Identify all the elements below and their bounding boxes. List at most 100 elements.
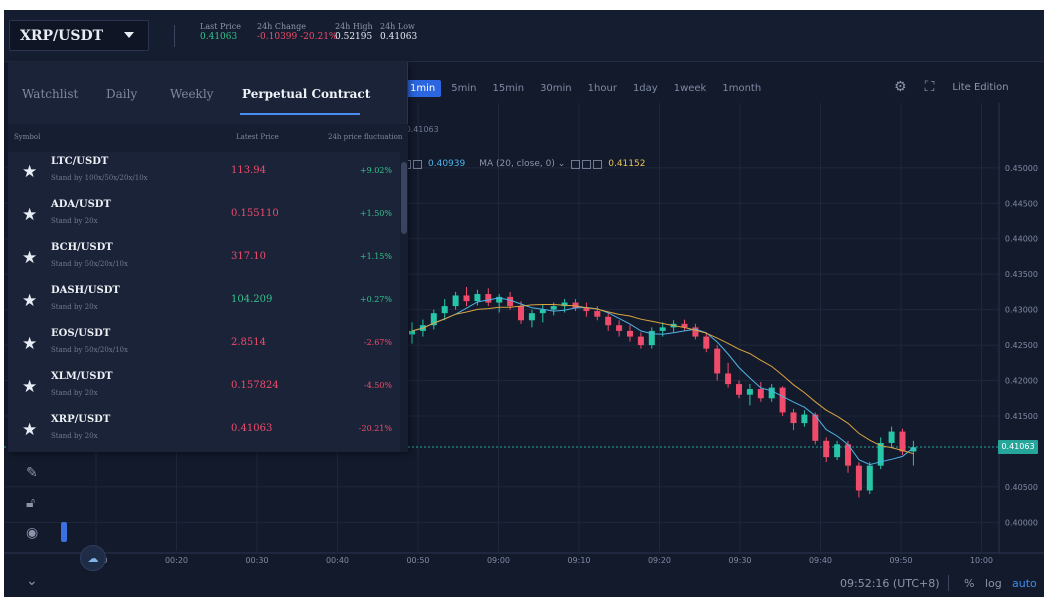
period-15min[interactable]: 15min — [486, 80, 530, 97]
y-tick-label: 0.42500 — [1005, 341, 1038, 350]
favorite-star-icon[interactable]: ★ — [22, 248, 37, 268]
period-1week[interactable]: 1week — [668, 80, 713, 97]
candle-body — [528, 313, 535, 321]
chart-tools: ⚙ ⛶ Lite Edition — [894, 79, 1009, 95]
percent-scale-toggle[interactable]: % — [964, 577, 974, 590]
indicator-eye-icon[interactable] — [571, 159, 581, 169]
last-price-tag: 0.41063 — [998, 439, 1038, 454]
stat-label: Last Price — [200, 22, 241, 31]
footer-divider — [948, 575, 949, 591]
candle-body — [550, 306, 557, 310]
y-tick-label: 0.42000 — [1005, 377, 1038, 386]
ma-slow-value: 0.41152 — [608, 159, 646, 169]
row-leverage: Stand by 100x/50x/20x/10x — [51, 174, 148, 182]
watchlist-row[interactable]: ★ LTC/USDT Stand by 100x/50x/20x/10x 113.94… — [8, 152, 400, 195]
stat-label: 24h Low — [380, 22, 415, 31]
watchlist-panel: Watchlist Daily Weekly Perpetual Contrac… — [8, 62, 408, 452]
row-change: +9.02% — [359, 166, 392, 175]
indicator-settings-icon[interactable] — [582, 159, 592, 169]
row-change: +1.50% — [359, 209, 392, 218]
x-tick-label: 09:50 — [889, 556, 912, 565]
app-window: XRP/USDT Last Price 0.41063 24h Change -0.1… — [4, 10, 1044, 597]
x-tick-label: 00:50 — [406, 556, 429, 565]
caret-down-icon — [124, 32, 134, 38]
x-tick-label: 09:10 — [567, 556, 590, 565]
candle-body — [583, 308, 590, 312]
row-change: +1.15% — [359, 252, 392, 261]
period-1hour[interactable]: 1hour — [582, 80, 623, 97]
row-symbol: DASH/USDT — [51, 285, 120, 296]
stat-24h-high: 24h High 0.52195 — [335, 22, 373, 42]
y-tick-label: 0.43500 — [1005, 270, 1038, 279]
candle-body — [746, 389, 753, 395]
stat-value: -0.10399 -20.21% — [257, 32, 338, 42]
candle-body — [616, 325, 623, 331]
indicator-close-icon[interactable] — [593, 159, 603, 169]
tab-weekly[interactable]: Weekly — [170, 87, 213, 101]
watchlist-header: Symbol Latest Price 24h price fluctuatio… — [8, 124, 408, 152]
settings-gear-icon[interactable]: ⚙ — [894, 79, 907, 95]
column-latest-price[interactable]: Latest Price — [236, 133, 279, 141]
pair-label: XRP/USDT — [20, 27, 104, 44]
stat-value: 0.52195 — [335, 32, 373, 42]
favorite-star-icon[interactable]: ★ — [22, 420, 37, 440]
period-30min[interactable]: 30min — [534, 80, 578, 97]
log-scale-toggle[interactable]: log — [985, 577, 1002, 590]
candle-body — [866, 465, 873, 491]
favorite-star-icon[interactable]: ★ — [22, 205, 37, 225]
watchlist-row[interactable]: ★ XRP/USDT Stand by 20x 0.41063 -20.21% — [8, 410, 400, 452]
y-tick-label: 0.41500 — [1005, 412, 1038, 421]
tab-perpetual-contract[interactable]: Perpetual Contract — [242, 87, 370, 101]
candle-body — [409, 330, 415, 335]
row-symbol: BCH/USDT — [51, 242, 113, 253]
candle-body — [757, 389, 764, 399]
watchlist-row[interactable]: ★ EOS/USDT Stand by 50x/20x/10x 2.8514 -2.67… — [8, 324, 400, 367]
panel-handle[interactable] — [61, 522, 67, 542]
favorite-star-icon[interactable]: ★ — [22, 377, 37, 397]
pair-selector[interactable]: XRP/USDT — [9, 20, 149, 51]
watchlist-tabs: Watchlist Daily Weekly Perpetual Contrac… — [8, 62, 408, 124]
candle-body — [594, 311, 601, 317]
candle-body — [855, 465, 862, 491]
lite-edition-link[interactable]: Lite Edition — [952, 82, 1008, 93]
scrollbar-thumb[interactable] — [401, 162, 407, 234]
candle-body — [768, 387, 775, 399]
row-symbol: ADA/USDT — [51, 199, 111, 210]
ma-fast-value: 0.40939 — [428, 159, 466, 169]
column-24h-fluctuation[interactable]: 24h price fluctuation — [328, 133, 402, 141]
x-tick-label: 10:00 — [970, 556, 993, 565]
watchlist-row[interactable]: ★ BCH/USDT Stand by 50x/20x/10x 317.10 +1.15… — [8, 238, 400, 281]
indicator-close-icon[interactable] — [413, 159, 422, 169]
tab-daily[interactable]: Daily — [106, 87, 137, 101]
period-1day[interactable]: 1day — [627, 80, 664, 97]
period-1month[interactable]: 1month — [716, 80, 767, 97]
row-price: 317.10 — [231, 251, 266, 262]
ma-slow-label[interactable]: MA (20, close, 0) ⌄ — [479, 159, 565, 169]
stat-label: 24h High — [335, 22, 373, 31]
x-tick-label: 00:20 — [165, 556, 188, 565]
period-5min[interactable]: 5min — [445, 80, 482, 97]
draw-pencil-icon[interactable]: ✎ — [26, 465, 38, 481]
watchlist-row[interactable]: ★ XLM/USDT Stand by 20x 0.157824 -4.50% — [8, 367, 400, 410]
lock-icon[interactable]: 🔓︎ — [26, 495, 35, 511]
cloud-icon[interactable]: ☁ — [80, 545, 106, 571]
tab-watchlist[interactable]: Watchlist — [22, 87, 78, 101]
period-1min[interactable]: 1min — [404, 79, 442, 97]
watchlist-row[interactable]: ★ ADA/USDT Stand by 20x 0.155110 +1.50% — [8, 195, 400, 238]
watchlist-rows: ★ LTC/USDT Stand by 100x/50x/20x/10x 113.94… — [8, 152, 400, 452]
y-tick-label: 0.44000 — [1005, 235, 1038, 244]
favorite-star-icon[interactable]: ★ — [22, 334, 37, 354]
period-selector: 1min 5min 15min 30min 1hour 1day 1week 1month — [404, 77, 771, 99]
active-tab-indicator — [240, 113, 360, 115]
favorite-star-icon[interactable]: ★ — [22, 291, 37, 311]
favorite-star-icon[interactable]: ★ — [22, 162, 37, 182]
watchlist-scrollbar[interactable] — [400, 152, 408, 452]
eye-icon[interactable]: ◉ — [26, 525, 38, 541]
column-symbol[interactable]: Symbol — [14, 133, 40, 141]
collapse-toolbar-icon[interactable]: ⌄ — [26, 573, 38, 589]
y-tick-label: 0.44500 — [1005, 199, 1038, 208]
fullscreen-icon[interactable]: ⛶ — [925, 79, 935, 95]
watchlist-row[interactable]: ★ DASH/USDT Stand by 20x 104.209 +0.27% — [8, 281, 400, 324]
auto-scale-toggle[interactable]: auto — [1012, 577, 1037, 590]
candle-body — [474, 294, 481, 302]
